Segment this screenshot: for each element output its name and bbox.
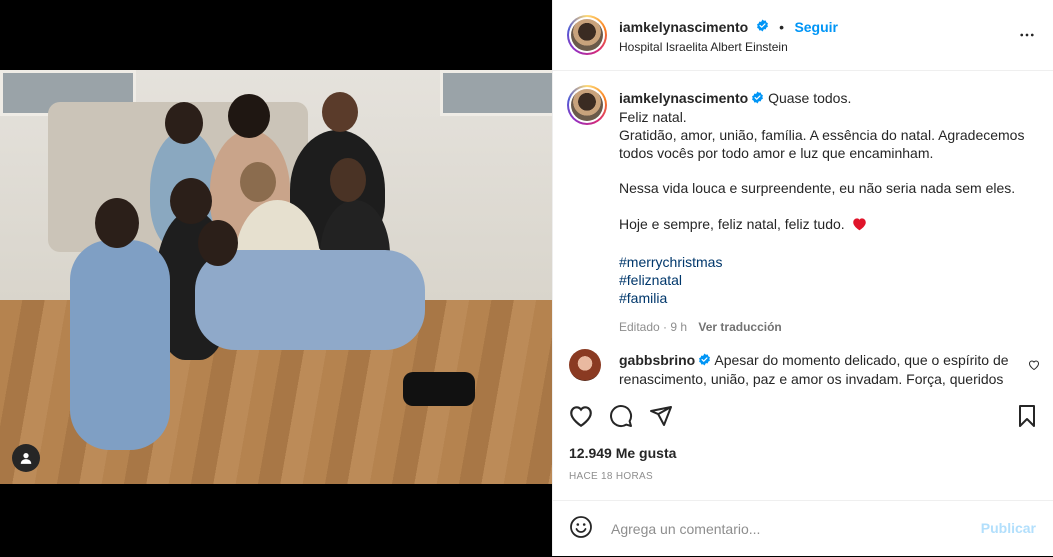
post-location[interactable]: Hospital Israelita Albert Einstein [619,40,788,54]
photo-person-head [322,92,358,132]
heart-icon[interactable] [568,404,594,433]
post-photo[interactable] [0,70,552,484]
comments-section[interactable]: iamkelynascimento Quase todos. Feliz nat… [553,71,1053,389]
photo-person-head [95,198,139,248]
hashtag-link[interactable]: #merrychristmas [619,253,1029,271]
likes-count[interactable]: 12.949 Me gusta [569,445,676,461]
separator-dot: • [779,19,784,36]
hashtag-link[interactable]: #familia [619,289,1029,307]
photo-person-head [165,102,203,144]
photo-person-head [240,162,276,202]
comment-bubble-icon[interactable] [609,404,633,433]
hashtag-link[interactable]: #feliznatal [619,271,1029,289]
post-timestamp[interactable]: HACE 18 HORAS [569,471,653,482]
action-bar [553,392,1053,440]
paper-plane-icon[interactable] [649,404,673,433]
verified-badge-icon [756,19,769,37]
author-avatar[interactable] [567,15,607,55]
caption-meta: Editado · 9 h Ver traducción [619,320,1029,334]
caption-line: Nessa vida louca e surpreendente, eu não… [619,180,1016,197]
post-header: iamkelynascimento • Seguir Hospital Isra… [553,0,1053,71]
post-panel: iamkelynascimento • Seguir Hospital Isra… [552,0,1053,556]
caption-first-line: Quase todos. [768,90,852,106]
verified-badge-icon [698,352,711,370]
photo-person [195,250,425,350]
caption-author-avatar[interactable] [567,85,607,125]
photo-window-right [440,70,552,116]
user-tag-icon[interactable] [12,444,40,472]
emoji-smile-icon[interactable] [569,515,593,544]
commenter-avatar[interactable] [569,349,601,381]
caption-line-with-heart: Hoje e sempre, feliz natal, feliz tudo. [619,215,1029,235]
commenter-username[interactable]: gabbsbrino [619,352,695,368]
comment-like-heart-icon[interactable] [1028,358,1040,376]
follow-button[interactable]: Seguir [794,19,838,35]
more-horizontal-icon[interactable] [1018,26,1036,49]
photo-person-head [228,94,270,138]
publish-button[interactable]: Publicar [981,520,1036,536]
add-comment-bar: Publicar [553,500,1053,557]
caption-line: Hoje e sempre, feliz natal, feliz tudo. [619,216,845,233]
photo-person-head [198,220,238,266]
photo-person-head [330,158,366,202]
translate-link[interactable]: Ver traducción [698,320,781,334]
comment-input[interactable] [609,517,973,541]
verified-badge-icon [751,90,764,108]
edited-label: Editado · 9 h [619,320,688,335]
caption-line: Feliz natal. [619,109,687,126]
photo-person [70,240,170,450]
caption: iamkelynascimento Quase todos. Feliz nat… [619,89,1029,334]
caption-author-username[interactable]: iamkelynascimento [619,90,748,106]
red-heart-emoji-icon [852,217,867,235]
photo-person-head [170,178,212,224]
caption-line: Gratidão, amor, união, família. A essênc… [619,127,1025,144]
bookmark-icon[interactable] [1016,404,1038,433]
photo-sandals [403,372,475,406]
author-username[interactable]: iamkelynascimento [619,19,748,35]
caption-line: todos vocês por todo amor e luz que enca… [619,145,934,162]
post-media [0,0,552,556]
comment-item: gabbsbrino Apesar do momento delicado, q… [619,351,1014,388]
